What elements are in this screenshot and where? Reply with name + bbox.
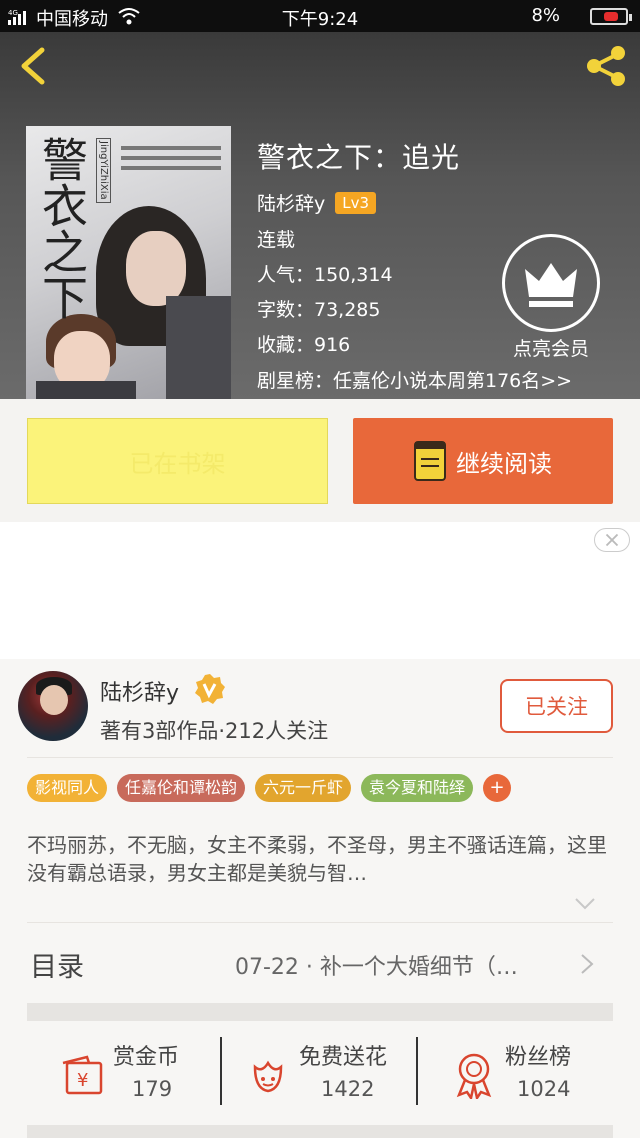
author-card: 陆杉辞y 著有3部作品·212人关注 已关注 影视同人 任嘉伦和谭松韵 六元一斤… (0, 659, 640, 1138)
chevron-down-icon[interactable] (574, 897, 596, 911)
book-author[interactable]: 陆杉辞y (257, 189, 325, 216)
level-badge: Lv3 (335, 191, 377, 214)
favorites-count: 收藏：916 (257, 334, 351, 356)
continue-reading-button[interactable]: 继续阅读 (353, 418, 613, 504)
latest-chapter: 07-22 · 补一个大婚细节（… (235, 955, 518, 980)
tag-list: 影视同人 任嘉伦和谭松韵 六元一斤虾 袁今夏和陆绎 + (27, 774, 512, 802)
fan-rank-stat[interactable]: 粉丝榜 1024 (449, 1027, 619, 1117)
book-author-row: 陆杉辞y Lv3 (257, 189, 377, 216)
tag-chip[interactable]: 影视同人 (27, 774, 108, 802)
on-shelf-label: 已在书架 (129, 449, 226, 478)
back-icon[interactable] (12, 44, 56, 88)
table-of-contents-row[interactable]: 目录 07-22 · 补一个大婚细节（… (0, 923, 640, 1001)
book-icon (414, 441, 446, 481)
tag-chip[interactable]: 袁今夏和陆绎 (361, 774, 474, 802)
cover-tag: JingYiZhiXia (96, 138, 111, 203)
free-flower-label: 免费送花 (299, 1045, 388, 1070)
fan-rank-value: 1024 (517, 1077, 571, 1101)
section-separator (27, 1125, 613, 1138)
vip-crown-button[interactable] (502, 234, 600, 332)
stat-separator (220, 1037, 222, 1105)
stat-separator (416, 1037, 418, 1105)
ranking-link[interactable]: 剧星榜：任嘉伦小说本周第176名>> (257, 366, 572, 393)
toc-label: 目录 (30, 952, 84, 983)
free-flower-value: 1422 (321, 1077, 375, 1101)
on-shelf-button[interactable]: 已在书架 (27, 418, 328, 504)
stats-bar: ¥ 赏金币 179 免费送花 1422 粉丝榜 1024 (27, 1027, 613, 1117)
close-icon[interactable] (594, 528, 630, 552)
cover-title: 警衣之下 (35, 136, 89, 320)
serial-status: 连载 (257, 229, 296, 251)
tag-chip[interactable]: 任嘉伦和谭松韵 (117, 774, 246, 802)
book-intro: 不玛丽苏，不无脑，女主不柔弱，不圣母，男主不骚话连篇，这里没有霸总语录，男女主都… (27, 833, 607, 885)
flower-icon (253, 1060, 283, 1093)
book-cover[interactable]: 警衣之下 JingYiZhiXia (26, 126, 231, 399)
reward-coin-label: 赏金币 (113, 1045, 180, 1070)
ad-area (0, 522, 640, 659)
reward-coin-icon: ¥ (62, 1055, 103, 1095)
share-icon[interactable] (582, 42, 630, 90)
author-works: 著有3部作品·212人关注 (100, 719, 329, 743)
battery-percent: 8% (531, 5, 560, 26)
crown-icon (525, 263, 577, 307)
author-avatar[interactable] (18, 671, 88, 741)
popularity: 人气：150,314 (257, 264, 393, 286)
book-header: 警衣之下 JingYiZhiXia 警衣之下：追光 陆杉辞y Lv3 连载 人气… (0, 32, 640, 399)
status-bar: 4G 中国移动 下午9:24 8% (0, 0, 640, 32)
reward-coin-value: 179 (132, 1077, 173, 1101)
battery-icon (590, 8, 632, 25)
free-flower-stat[interactable]: 免费送花 1422 (243, 1027, 423, 1117)
reward-coin-stat[interactable]: ¥ 赏金币 179 (57, 1027, 227, 1117)
follow-button[interactable]: 已关注 (500, 679, 613, 733)
book-title: 警衣之下：追光 (257, 141, 461, 174)
more-tags-button[interactable]: + (483, 774, 512, 802)
divider (27, 757, 613, 758)
verified-badge-icon (195, 674, 225, 704)
vip-label[interactable]: 点亮会员 (492, 334, 610, 361)
fan-rank-label: 粉丝榜 (505, 1045, 572, 1070)
continue-reading-label: 继续阅读 (456, 449, 552, 478)
chevron-right-icon (581, 954, 594, 974)
tag-chip[interactable]: 六元一斤虾 (255, 774, 352, 802)
author-name[interactable]: 陆杉辞y (100, 675, 179, 707)
word-count: 字数：73,285 (257, 299, 381, 321)
section-separator (27, 1003, 613, 1021)
fan-rank-medal-icon (456, 1053, 492, 1099)
follow-label: 已关注 (525, 695, 588, 719)
svg-text:¥: ¥ (77, 1070, 88, 1091)
